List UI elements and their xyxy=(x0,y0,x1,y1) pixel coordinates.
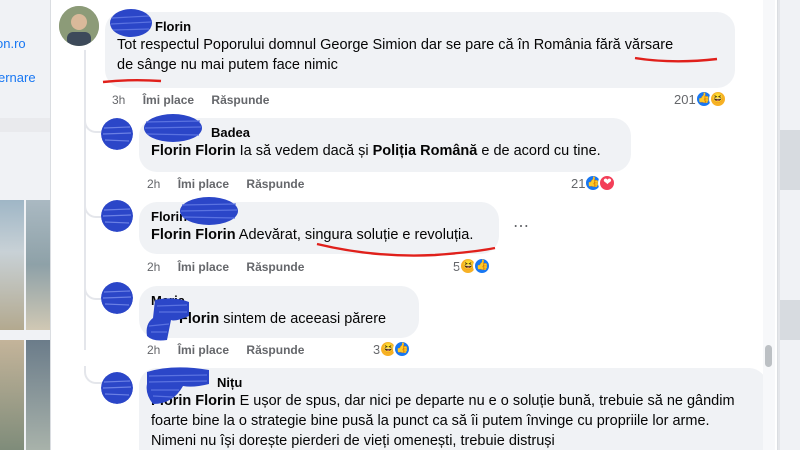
censor-scribble xyxy=(101,372,133,404)
reaction-summary[interactable]: 3 😆 👍 xyxy=(373,340,412,358)
comment-bubble: Florin Tot respectul Poporului domnul Ge… xyxy=(105,12,735,88)
comment-author[interactable]: Florin xyxy=(117,19,723,35)
reaction-count: 21 xyxy=(571,175,586,191)
comment-bubble: Badea Florin Florin Ia să vedem dacă și … xyxy=(139,118,631,172)
reply-button[interactable]: Răspunde xyxy=(246,260,304,274)
reply-button[interactable]: Răspunde xyxy=(246,343,304,357)
comment-text-part: Tot respectul Poporului domnul George Si… xyxy=(117,37,596,53)
reply-button[interactable]: Răspunde xyxy=(246,177,304,191)
avatar[interactable] xyxy=(101,200,133,232)
background-page-right xyxy=(780,0,800,450)
avatar[interactable] xyxy=(101,372,133,404)
haha-reaction-icon: 😆 xyxy=(708,90,727,108)
background-link-fragment: ernare xyxy=(0,70,36,85)
like-reaction-icon: 👍 xyxy=(393,340,412,358)
censor-scribble xyxy=(101,200,133,232)
reaction-summary[interactable]: 21 👍 ❤ xyxy=(571,174,617,192)
background-link-fragment: on.ro xyxy=(0,36,26,51)
background-image xyxy=(0,340,24,450)
comment-text-part: sintem de aceeasi părere xyxy=(219,311,387,327)
comment-time[interactable]: 2h xyxy=(147,177,160,191)
comment-text-part: nu mai putem face nimic xyxy=(176,57,338,73)
love-reaction-icon: ❤ xyxy=(598,174,617,192)
censor-scribble xyxy=(180,197,238,225)
censor-scribble xyxy=(144,114,202,142)
censor-scribble xyxy=(146,367,209,404)
like-button[interactable]: Îmi place xyxy=(143,93,194,107)
reaction-count: 201 xyxy=(674,91,696,107)
comment-text: Florin Florin E ușor de spus, dar nici p… xyxy=(151,391,755,450)
more-options-icon[interactable]: ⋯ xyxy=(513,216,530,236)
background-divider xyxy=(0,118,50,132)
comment-text-part: de sânge xyxy=(117,57,177,73)
censor-scribble xyxy=(146,298,189,341)
background-image xyxy=(0,200,24,330)
background-image xyxy=(780,130,800,190)
comments-panel: Florin Tot respectul Poporului domnul Ge… xyxy=(50,0,778,450)
comment-text: Florin Florin Ia să vedem dacă și Poliți… xyxy=(151,141,619,161)
mention-link[interactable]: Florin Florin xyxy=(151,143,236,159)
like-button[interactable]: Îmi place xyxy=(178,177,229,191)
comment-bubble: Nițu Florin Florin E ușor de spus, dar n… xyxy=(139,368,767,450)
comment-actions: 2h Îmi place Răspunde xyxy=(147,260,318,274)
red-underline xyxy=(102,79,162,84)
background-image xyxy=(780,300,800,340)
avatar-image xyxy=(59,6,99,46)
avatar[interactable] xyxy=(101,118,133,150)
comment-time[interactable]: 2h xyxy=(147,260,160,274)
comment-author[interactable]: Badea xyxy=(151,125,619,141)
comment-text-part: e de acord cu tine. xyxy=(477,143,601,159)
censor-scribble xyxy=(101,282,133,314)
like-button[interactable]: Îmi place xyxy=(178,343,229,357)
background-page-left: on.ro ernare xyxy=(0,0,50,450)
censor-scribble xyxy=(110,9,152,37)
reaction-summary[interactable]: 201 👍 😆 xyxy=(674,90,727,108)
comment-text-part: fără vărsare xyxy=(595,37,674,53)
comment-time[interactable]: 2h xyxy=(147,343,160,357)
background-image xyxy=(26,340,50,450)
comment-actions: 2h Îmi place Răspunde xyxy=(147,177,318,191)
red-underline xyxy=(634,56,718,63)
reply-button[interactable]: Răspunde xyxy=(211,93,269,107)
avatar[interactable] xyxy=(101,282,133,314)
background-image xyxy=(26,200,50,330)
avatar[interactable] xyxy=(59,6,99,46)
comment-actions: 2h Îmi place Răspunde xyxy=(147,343,318,357)
like-reaction-icon: 👍 xyxy=(473,257,492,275)
censor-scribble xyxy=(101,118,133,150)
scrollbar-thumb[interactable] xyxy=(765,345,772,367)
like-button[interactable]: Îmi place xyxy=(178,260,229,274)
comment-text-part: Poliția Română xyxy=(372,143,478,159)
comment-author[interactable]: Nițu xyxy=(151,375,755,391)
comment-text-part: Ia să vedem dacă și xyxy=(235,143,373,159)
reaction-summary[interactable]: 5 😆 👍 xyxy=(453,257,492,275)
comment-time[interactable]: 3h xyxy=(112,93,125,107)
comment-actions: 3h Îmi place Răspunde xyxy=(112,93,283,107)
mention-link[interactable]: Florin Florin xyxy=(151,227,236,243)
scrollbar[interactable] xyxy=(763,0,775,450)
comment-text-part: E ușor de spus, dar nici pe departe nu e… xyxy=(151,393,735,449)
